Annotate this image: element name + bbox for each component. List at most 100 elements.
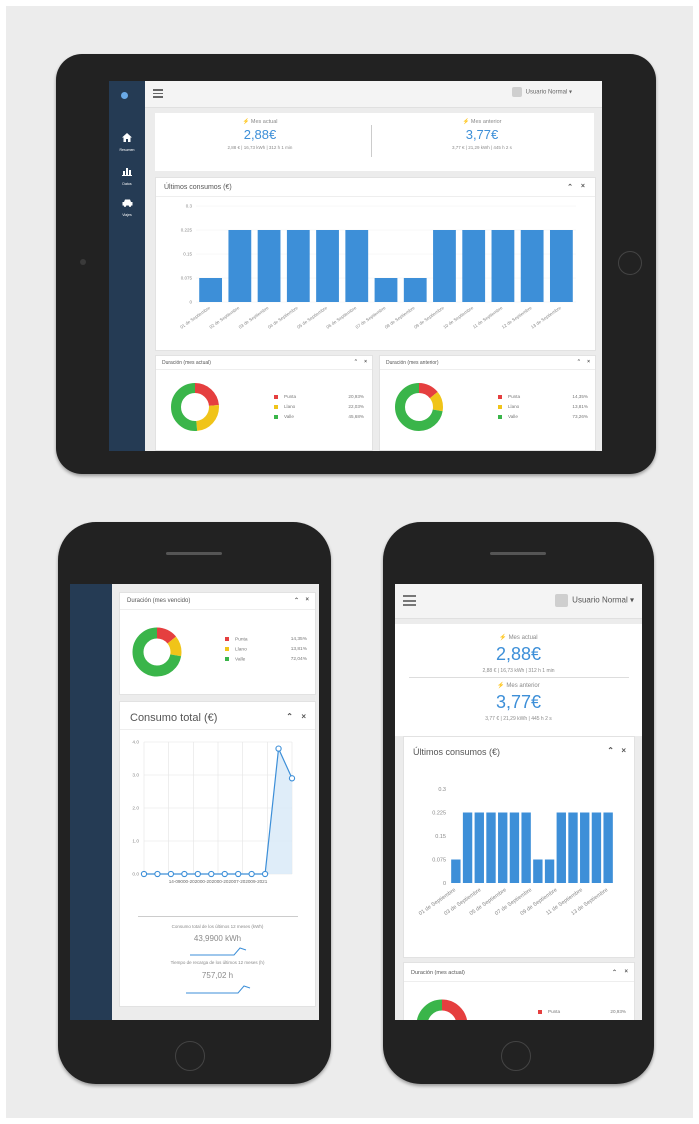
hamburger-menu-icon[interactable] — [153, 89, 163, 98]
legend-item: Valle 73,26% — [498, 414, 588, 419]
collapse-icon[interactable]: ⌃ — [577, 359, 581, 365]
close-icon[interactable]: × — [301, 712, 306, 721]
stat-previous-value: 3,77€ — [465, 127, 499, 142]
bar — [568, 812, 578, 883]
bar — [603, 812, 613, 883]
bar — [403, 278, 427, 302]
close-icon[interactable]: × — [587, 359, 590, 365]
close-icon[interactable]: × — [624, 969, 628, 975]
panel-divider — [380, 369, 595, 370]
x-tick-label: 01 de Septiembre — [179, 305, 211, 330]
legend-value: 14,35% — [572, 394, 588, 399]
x-tick-label: 08 de Septiembre — [384, 305, 416, 330]
collapse-icon[interactable]: ⌃ — [286, 712, 293, 721]
sidebar-item-datos[interactable]: Datos — [109, 163, 145, 186]
legend-value: 22,03% — [348, 404, 364, 409]
stat-previous-label: Mes anterior — [470, 119, 502, 125]
phone-speaker — [166, 552, 222, 555]
data-point — [208, 870, 215, 878]
total-kwh-label: Consumo total de los últimos 12 meses (k… — [171, 924, 264, 929]
legend-label: Valle — [284, 414, 294, 419]
phone-home-button[interactable] — [501, 1041, 531, 1071]
y-tick-label: 0.075 — [181, 276, 193, 281]
stat-current-label: Mes actual — [250, 119, 278, 125]
bar — [520, 230, 544, 302]
bar — [549, 230, 573, 302]
legend-item: Llano 22,03% — [274, 404, 364, 409]
collapse-icon[interactable]: ⌃ — [567, 183, 573, 191]
legend-value: 20,93% — [610, 1009, 626, 1014]
x-tick-label: 13 de Septiembre — [530, 305, 562, 330]
x-tick-label: 02 de Septiembre — [208, 305, 240, 330]
y-tick-label: 3.0 — [132, 773, 139, 779]
data-point — [235, 870, 242, 878]
x-tick-label: 14-09000-202000-202000-202007-202009-202… — [169, 879, 268, 884]
legend-swatch — [274, 404, 278, 409]
close-icon[interactable]: × — [305, 597, 309, 603]
y-tick-label: 0.15 — [183, 252, 192, 257]
x-tick-label: 10 de Septiembre — [442, 305, 474, 330]
bar — [451, 859, 461, 883]
user-avatar-icon — [511, 87, 522, 97]
sparkline-hours — [186, 985, 251, 994]
stat-previous-detail: 3,77 € | 21,29 kWh | 445 h 2 s — [485, 716, 552, 722]
plug-icon: ⚡ — [499, 635, 507, 641]
home-icon — [122, 133, 132, 142]
bar — [257, 230, 281, 302]
x-tick-label: 04 de Septiembre — [267, 305, 299, 330]
close-icon[interactable]: × — [621, 746, 626, 755]
legend-value: 13,81% — [290, 647, 307, 652]
charge-time-value: 757,02 h — [201, 971, 234, 980]
tablet-home-button[interactable] — [618, 251, 642, 275]
car-icon — [122, 199, 132, 207]
close-icon[interactable]: × — [581, 183, 585, 190]
close-icon[interactable]: × — [364, 359, 367, 365]
collapse-icon[interactable]: ⌃ — [607, 746, 614, 755]
collapse-icon[interactable]: ⌃ — [354, 359, 358, 365]
user-avatar-icon — [555, 594, 569, 607]
sidebar-item-viajes[interactable]: Viajes — [109, 194, 145, 217]
data-point — [275, 745, 282, 752]
sidebar-item-resumen[interactable]: Resumen — [109, 129, 145, 152]
legend-swatch — [498, 414, 502, 419]
user-menu[interactable]: Usuario Normal ▾ — [555, 594, 634, 607]
legend-swatch — [225, 657, 229, 661]
bar — [345, 230, 369, 302]
sidebar-logo[interactable] — [121, 92, 128, 99]
legend-swatch — [498, 404, 502, 409]
legend-value: 13,81% — [572, 404, 588, 409]
user-name: Usuario Normal — [572, 595, 628, 605]
data-point — [288, 775, 296, 782]
hamburger-menu-icon[interactable] — [403, 595, 416, 606]
last-consumption-chart: 0 0.075 0.15 0.225 0.3 01 de Septiembre02 de … — [179, 204, 576, 330]
legend-swatch — [225, 647, 229, 651]
sidebar-item-label: Datos — [122, 182, 132, 186]
stats-divider — [371, 125, 372, 157]
bar — [462, 812, 473, 883]
data-point — [261, 870, 269, 878]
phone-home-button[interactable] — [175, 1041, 205, 1071]
user-menu[interactable]: Usuario Normal ▾ — [511, 87, 572, 97]
panel-title: Consumo total (€) — [130, 712, 218, 724]
legend-label: Punta — [508, 394, 521, 399]
total-consumption-panel: Consumo total (€) ⌃ × 0.0 1.0 2.0 3.0 4.0 14-… — [119, 701, 316, 1007]
stats-panel: ⚡ Mes actual 2,88€ 2,88 € | 16,73 kWh | … — [155, 113, 594, 171]
data-point — [181, 870, 188, 878]
y-tick-label: 0 — [443, 881, 446, 887]
collapse-icon[interactable]: ⌃ — [612, 969, 617, 976]
legend-value: 20,93% — [348, 394, 364, 399]
panel-title: Duración (mes actual) — [411, 970, 465, 976]
legend-label: Llano — [508, 404, 520, 409]
last-consumption-panel: Últimos consumos (€) ⌃ × 0 0.075 0.15 0.225… — [403, 736, 635, 958]
collapse-icon[interactable]: ⌃ — [294, 597, 299, 604]
user-name: Usuario Normal — [525, 89, 568, 96]
bar — [521, 812, 531, 883]
legend-swatch — [538, 1009, 542, 1014]
panel-divider — [156, 196, 595, 197]
bar — [199, 278, 223, 302]
chevron-down-icon: ▾ — [629, 595, 634, 605]
y-tick-label: 2.0 — [132, 806, 139, 812]
phone-speaker — [490, 552, 546, 555]
bar — [544, 859, 555, 883]
bar — [433, 230, 456, 302]
